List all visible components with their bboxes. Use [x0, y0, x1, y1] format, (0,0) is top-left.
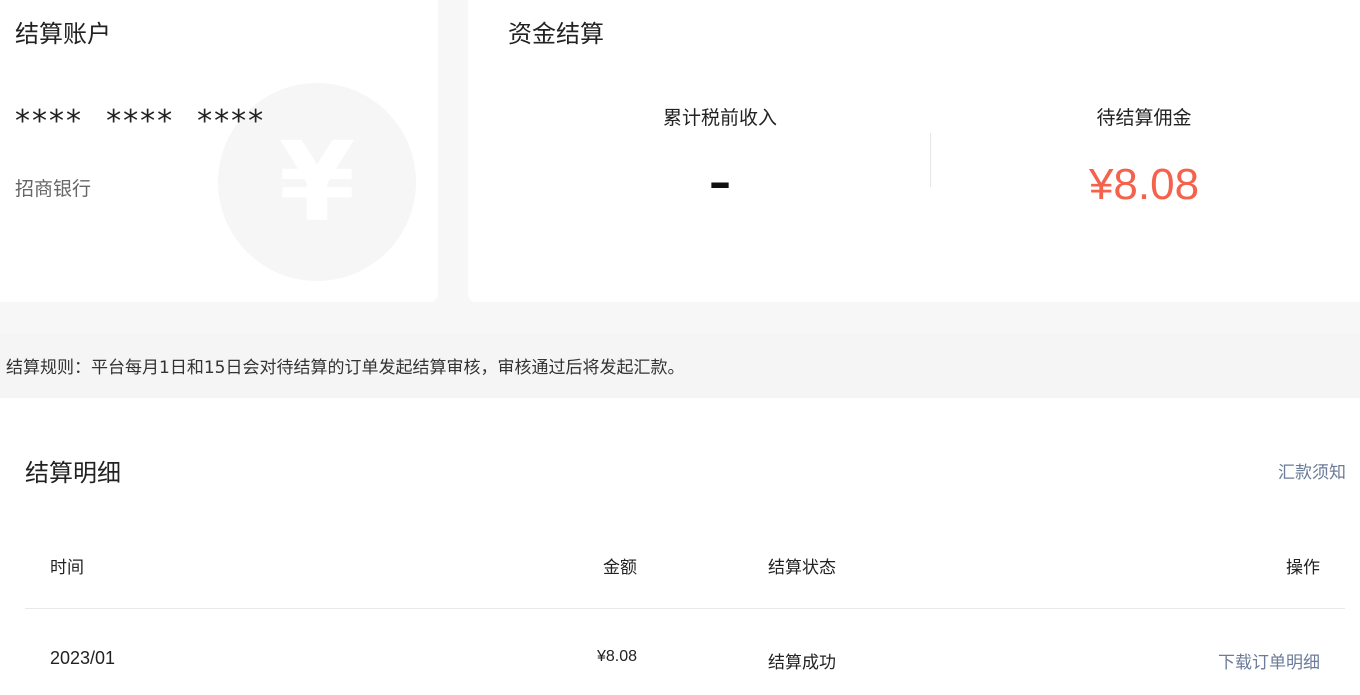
pending-commission-label: 待结算佣金	[1096, 107, 1192, 129]
yen-glyph: ¥	[278, 118, 356, 246]
cumulative-income-label: 累计税前收入	[662, 107, 777, 129]
settlement-rule-text: 结算规则：平台每月1日和15日会对待结算的订单发起结算审核，审核通过后将发起汇款…	[6, 358, 685, 378]
table-header: 时间 金额 结算状态 操作	[25, 533, 1345, 609]
settlement-details-section: 结算明细 汇款须知 时间 金额 结算状态 操作 2023/01 ¥8.08 结算…	[0, 398, 1360, 695]
funds-card-title: 资金结算	[508, 20, 604, 48]
column-action: 操作	[1286, 558, 1320, 578]
column-status: 结算状态	[768, 558, 836, 578]
cumulative-income-value: –	[709, 157, 731, 208]
row-status: 结算成功	[768, 653, 836, 673]
download-order-details-link[interactable]: 下载订单明细	[1218, 648, 1320, 673]
account-number: **** **** ****	[15, 104, 266, 139]
settlement-rule-notice: 结算规则：平台每月1日和15日会对待结算的订单发起结算审核，审核通过后将发起汇款…	[0, 333, 1360, 398]
pending-commission-value: ¥8.08	[1088, 160, 1200, 209]
table-row: 2023/01 ¥8.08 结算成功 下载订单明细	[25, 626, 1345, 686]
remittance-notice-link[interactable]: 汇款须知	[1278, 458, 1346, 483]
account-card-title: 结算账户	[15, 20, 111, 48]
column-amount: 金额	[603, 558, 637, 578]
top-cards: 结算账户 ¥ **** **** **** 招商银行 资金结算 累计税前收入 –…	[0, 0, 1360, 303]
stat-divider	[930, 133, 931, 187]
row-time: 2023/01	[50, 648, 116, 668]
row-amount: ¥8.08	[596, 648, 637, 665]
column-time: 时间	[50, 558, 84, 578]
details-title: 结算明细	[25, 459, 121, 487]
fund-settlement-card: 资金结算 累计税前收入 – 待结算佣金 ¥8.08	[468, 0, 1360, 302]
settlement-account-card: 结算账户 ¥ **** **** **** 招商银行	[0, 0, 438, 302]
bank-name: 招商银行	[15, 178, 92, 200]
